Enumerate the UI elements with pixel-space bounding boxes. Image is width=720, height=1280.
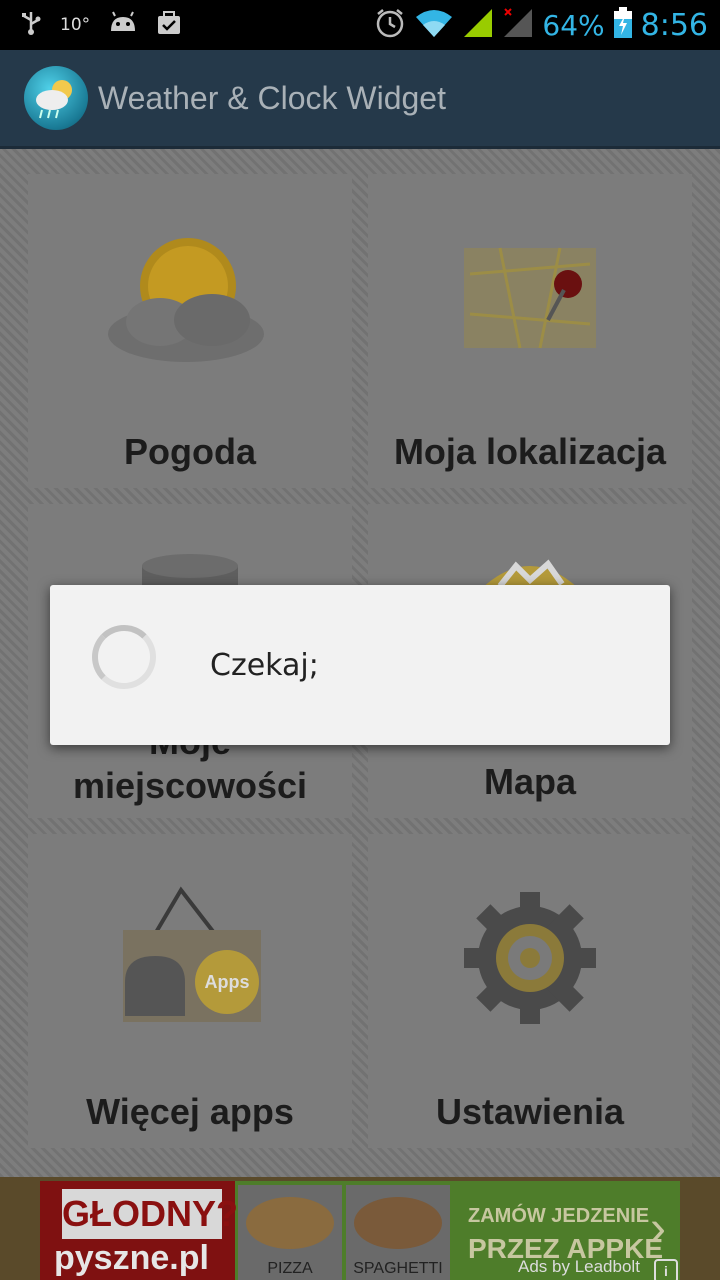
progress-dialog: Czekaj; bbox=[50, 585, 670, 745]
tile-label: Więcej apps bbox=[86, 1091, 294, 1132]
wifi-icon bbox=[414, 7, 454, 44]
food-label: PIZZA bbox=[267, 1260, 313, 1277]
ad-food-pizza: PIZZA bbox=[238, 1185, 342, 1280]
clock-time: 8:56 bbox=[640, 7, 708, 43]
ad-provider: Ads by Leadbolt bbox=[518, 1257, 640, 1276]
ad-banner[interactable]: GŁODNY? pyszne.pl PIZZA SPAGHETTI ZAMÓW … bbox=[40, 1181, 680, 1280]
battery-percent: 64% bbox=[542, 8, 605, 42]
svg-text:Apps: Apps bbox=[205, 972, 250, 992]
weather-app-icon[interactable] bbox=[24, 66, 88, 130]
tile-wiecej-apps[interactable]: Apps Więcej apps bbox=[28, 834, 352, 1148]
sun-cloud-icon bbox=[100, 236, 280, 381]
status-bar: 10° 64% 8:56 bbox=[0, 0, 720, 50]
android-apps-bag-icon: Apps bbox=[115, 886, 265, 1031]
signal-no-data-icon bbox=[502, 7, 534, 44]
ad-cta-line-1: ZAMÓW JEDZENIE bbox=[468, 1205, 650, 1227]
tile-label: Mapa bbox=[483, 761, 577, 802]
temperature-text: 10° bbox=[60, 15, 91, 35]
alarm-icon bbox=[374, 7, 406, 44]
app-title: Weather & Clock Widget bbox=[98, 80, 446, 116]
tile-label: Moja lokalizacja bbox=[393, 431, 667, 472]
ad-headline: GŁODNY? bbox=[62, 1189, 238, 1239]
usb-icon bbox=[20, 10, 42, 41]
ad-bar: GŁODNY? pyszne.pl PIZZA SPAGHETTI ZAMÓW … bbox=[0, 1177, 720, 1280]
map-pin-icon bbox=[460, 244, 600, 359]
tile-label: Pogoda bbox=[124, 431, 256, 472]
battery-charging-icon bbox=[613, 6, 633, 44]
gear-icon bbox=[462, 890, 598, 1031]
pizza-image bbox=[246, 1197, 334, 1249]
tile-label: Ustawienia bbox=[435, 1091, 625, 1132]
spaghetti-image bbox=[354, 1197, 442, 1249]
info-icon[interactable]: i bbox=[654, 1259, 678, 1280]
ad-brand: pyszne.pl bbox=[54, 1239, 209, 1277]
task-icon bbox=[156, 10, 182, 41]
food-label: SPAGHETTI bbox=[353, 1260, 443, 1277]
ad-food-spaghetti: SPAGHETTI bbox=[346, 1185, 450, 1280]
tile-moja-lokalizacja[interactable]: Moja lokalizacja bbox=[368, 174, 692, 488]
signal-icon bbox=[462, 7, 494, 44]
tile-ustawienia[interactable]: Ustawienia bbox=[368, 834, 692, 1148]
ad-brand-panel: GŁODNY? pyszne.pl bbox=[40, 1181, 238, 1280]
android-icon bbox=[108, 11, 138, 40]
tile-pogoda[interactable]: Pogoda bbox=[28, 174, 352, 488]
spinner-icon bbox=[92, 625, 156, 689]
action-bar: Weather & Clock Widget bbox=[0, 50, 720, 149]
chevron-right-icon: › bbox=[650, 1202, 666, 1255]
dialog-message: Czekaj; bbox=[210, 648, 319, 683]
